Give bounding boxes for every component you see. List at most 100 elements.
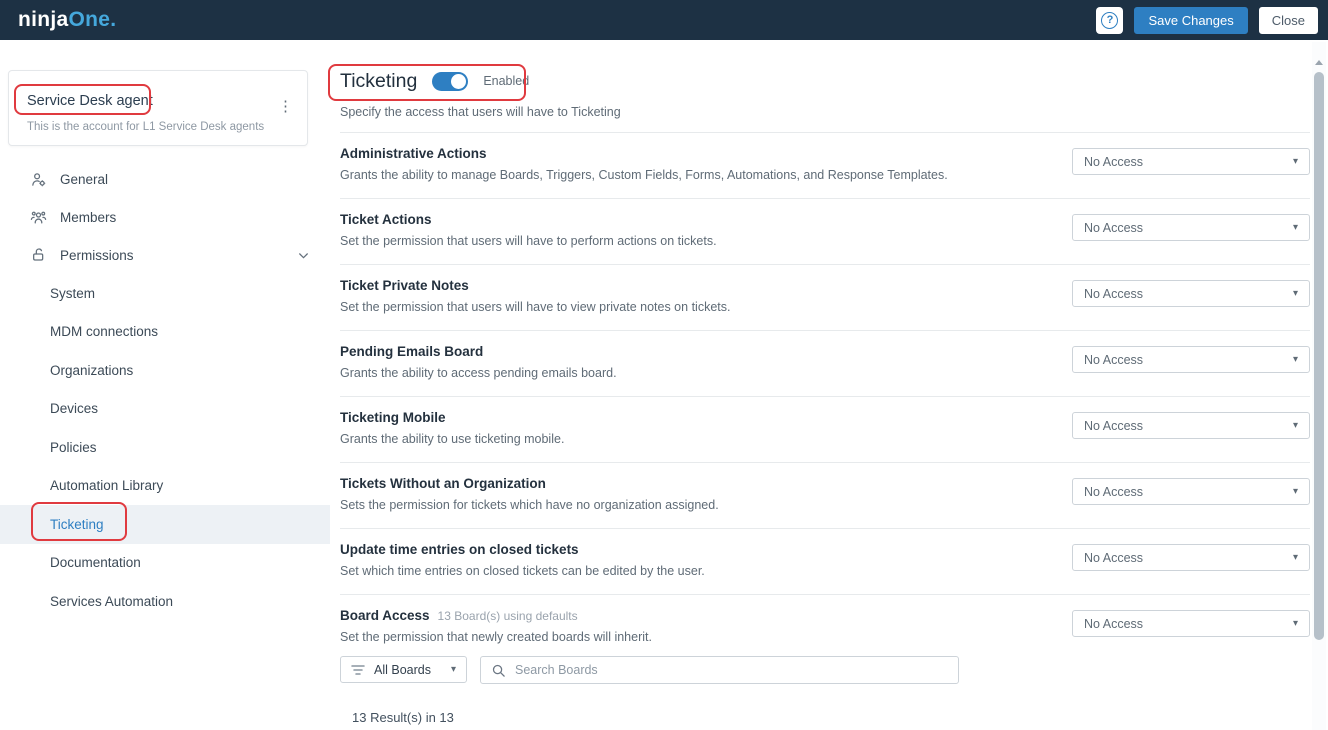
selected-value: No Access [1084, 353, 1143, 367]
sidebar-item-permissions[interactable]: Permissions [0, 236, 330, 274]
row-pending-emails-board: Pending Emails Board Grants the ability … [340, 331, 1310, 397]
row-description: Set the permission that newly created bo… [340, 630, 652, 644]
sidebar-item-ticketing[interactable]: Ticketing [0, 505, 330, 544]
toggle-knob [451, 74, 466, 89]
permission-select[interactable]: No Access ▾ [1072, 346, 1310, 373]
sidebar-subitem-label: Devices [50, 401, 98, 416]
help-button[interactable]: ? [1096, 7, 1123, 34]
sidebar-item-documentation[interactable]: Documentation [0, 544, 330, 583]
row-ticketing-mobile: Ticketing Mobile Grants the ability to u… [340, 397, 1310, 463]
permission-select[interactable]: No Access ▾ [1072, 610, 1310, 637]
caret-down-icon: ▾ [1293, 421, 1298, 431]
ninjaone-logo: ninjaOne. [18, 8, 116, 32]
user-gear-icon [30, 171, 47, 188]
row-title: Ticket Actions [340, 212, 717, 227]
help-icon: ? [1101, 12, 1118, 29]
caret-down-icon: ▾ [1293, 223, 1298, 233]
sidebar-subitem-label: Policies [50, 440, 97, 455]
page-subtitle: Specify the access that users will have … [340, 105, 1310, 119]
close-button[interactable]: Close [1259, 7, 1318, 34]
sidebar-item-services-automation[interactable]: Services Automation [0, 582, 330, 621]
logo-text-blue: One. [69, 8, 117, 31]
row-description: Set which time entries on closed tickets… [340, 564, 705, 578]
sidebar-item-label: Permissions [60, 248, 134, 263]
logo-text-white: ninja [18, 8, 69, 31]
selected-value: No Access [1084, 287, 1143, 301]
sidebar-subitem-label: Documentation [50, 555, 141, 570]
sidebar-item-system[interactable]: System [0, 274, 330, 313]
sidebar-subitem-label: MDM connections [50, 324, 158, 339]
selected-value: No Access [1084, 419, 1143, 433]
vertical-scrollbar-track[interactable] [1312, 42, 1326, 730]
permission-select[interactable]: No Access ▾ [1072, 478, 1310, 505]
board-search-box [480, 656, 959, 684]
board-access-title: Board Access [340, 608, 430, 623]
board-defaults-badge: 13 Board(s) using defaults [438, 609, 578, 623]
permission-select[interactable]: No Access ▾ [1072, 544, 1310, 571]
sidebar-item-automation-library[interactable]: Automation Library [0, 467, 330, 506]
sidebar-subitem-label: Services Automation [50, 594, 173, 609]
sidebar-item-general[interactable]: General [0, 160, 330, 198]
row-title: Ticketing Mobile [340, 410, 564, 425]
board-search-input[interactable] [515, 663, 948, 677]
vertical-scrollbar-thumb[interactable] [1314, 72, 1324, 640]
selected-value: No Access [1084, 221, 1143, 235]
row-description: Grants the ability to use ticketing mobi… [340, 432, 564, 446]
results-count: 13 Result(s) in 13 [352, 710, 1310, 725]
sidebar-item-label: General [60, 172, 108, 187]
row-description: Set the permission that users will have … [340, 234, 717, 248]
row-ticket-private-notes: Ticket Private Notes Set the permission … [340, 265, 1310, 331]
search-icon [491, 663, 506, 678]
ticketing-toggle[interactable] [432, 72, 468, 91]
sidebar-item-members[interactable]: Members [0, 198, 330, 236]
row-update-time-entries: Update time entries on closed tickets Se… [340, 529, 1310, 595]
row-tickets-without-organization: Tickets Without an Organization Sets the… [340, 463, 1310, 529]
caret-down-icon: ▾ [1293, 355, 1298, 365]
kebab-menu-icon[interactable]: ⋮ [278, 99, 293, 114]
ticketing-header: Ticketing Enabled Specify the access tha… [340, 40, 1310, 133]
account-card: Service Desk agent This is the account f… [8, 70, 308, 146]
users-icon [30, 209, 47, 226]
row-title: Update time entries on closed tickets [340, 542, 705, 557]
row-title: Administrative Actions [340, 146, 948, 161]
scroll-up-arrow-icon[interactable] [1315, 60, 1323, 65]
sidebar-item-label: Members [60, 210, 116, 225]
chevron-down-icon [297, 249, 310, 262]
row-description: Grants the ability to manage Boards, Tri… [340, 168, 948, 182]
sidebar-item-mdm-connections[interactable]: MDM connections [0, 313, 330, 352]
permission-select[interactable]: No Access ▾ [1072, 214, 1310, 241]
page-title: Ticketing [340, 70, 417, 93]
permission-select[interactable]: No Access ▾ [1072, 148, 1310, 175]
permission-select[interactable]: No Access ▾ [1072, 412, 1310, 439]
row-description: Set the permission that users will have … [340, 300, 730, 314]
caret-down-icon: ▾ [1293, 157, 1298, 167]
board-filter-label: All Boards [374, 663, 431, 677]
sidebar-subitem-label: Organizations [50, 363, 133, 378]
row-board-access: Board Access 13 Board(s) using defaults S… [340, 595, 1310, 644]
toggle-state-label: Enabled [483, 74, 529, 88]
sidebar-item-devices[interactable]: Devices [0, 390, 330, 429]
board-tools: All Boards ▾ [340, 656, 1310, 684]
row-title: Ticket Private Notes [340, 278, 730, 293]
caret-down-icon: ▾ [1293, 553, 1298, 563]
save-changes-button[interactable]: Save Changes [1134, 7, 1247, 34]
sidebar-nav: General Members Permissions [0, 160, 330, 621]
account-name: Service Desk agent [27, 93, 153, 109]
selected-value: No Access [1084, 617, 1143, 631]
caret-down-icon: ▾ [451, 665, 456, 675]
sidebar-subitem-label: Ticketing [50, 517, 104, 532]
caret-down-icon: ▾ [1293, 289, 1298, 299]
sidebar-subitem-label: System [50, 286, 95, 301]
unlock-icon [30, 247, 47, 263]
topbar-actions: ? Save Changes Close [1096, 7, 1318, 34]
main-content: Ticketing Enabled Specify the access tha… [330, 40, 1310, 725]
row-title: Board Access 13 Board(s) using defaults [340, 608, 652, 623]
sidebar: Service Desk agent This is the account f… [0, 40, 330, 730]
top-bar: ninjaOne. ? Save Changes Close [0, 0, 1328, 40]
board-filter-select[interactable]: All Boards ▾ [340, 656, 467, 683]
sidebar-item-policies[interactable]: Policies [0, 428, 330, 467]
sidebar-item-organizations[interactable]: Organizations [0, 351, 330, 390]
permission-select[interactable]: No Access ▾ [1072, 280, 1310, 307]
row-title: Pending Emails Board [340, 344, 617, 359]
filter-icon [351, 664, 365, 676]
